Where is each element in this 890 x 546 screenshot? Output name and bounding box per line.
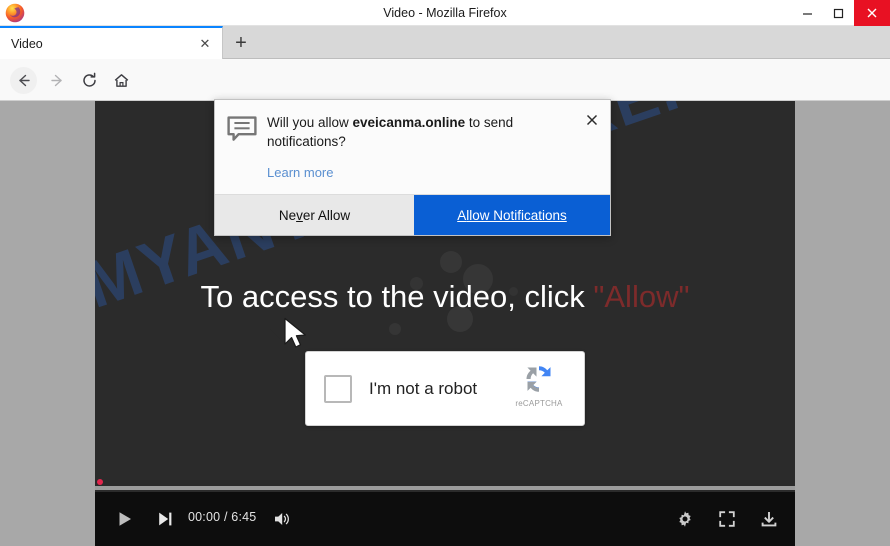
notification-permission-popup: Will you allow eveicanma.online to send … (214, 99, 611, 237)
recaptcha-checkbox[interactable] (324, 374, 352, 403)
forward-button[interactable] (44, 67, 71, 94)
mouse-pointer-icon (283, 317, 309, 356)
progress-playhead[interactable] (97, 479, 103, 485)
home-button[interactable] (108, 67, 135, 94)
never-allow-post: er Allow (302, 207, 351, 223)
time-display: 00:00 / 6:45 (188, 510, 257, 524)
recaptcha-logo: reCAPTCHA (508, 361, 570, 408)
recaptcha-widget[interactable]: I'm not a robot reCAPTCHA (305, 351, 585, 426)
allow-notifications-button[interactable]: Allow Notifications (414, 195, 610, 236)
new-tab-button[interactable]: + (228, 30, 254, 56)
popup-content: Will you allow eveicanma.online to send … (267, 114, 598, 182)
firefox-browser-window: Video - Mozilla Firefox Video ✕ + To acc… (0, 0, 890, 546)
learn-more-link[interactable]: Learn more (267, 165, 333, 180)
minimize-button[interactable] (792, 0, 823, 26)
recaptcha-label: I'm not a robot (369, 378, 478, 398)
close-tab-icon[interactable]: ✕ (194, 33, 216, 55)
back-button[interactable] (10, 67, 37, 94)
video-player-controls: 00:00 / 6:45 (95, 479, 795, 546)
recaptcha-logo-text: reCAPTCHA (515, 399, 563, 408)
maximize-button[interactable] (823, 0, 854, 26)
settings-gear-button[interactable] (673, 507, 697, 531)
bokeh-circle (440, 251, 462, 273)
close-window-button[interactable] (854, 0, 890, 26)
download-button[interactable] (757, 507, 781, 531)
popup-actions: Ne v er Allow Allow Notifications (215, 194, 610, 236)
play-button[interactable] (113, 507, 137, 531)
recaptcha-logo-icon (526, 366, 551, 392)
allow-post: llow Notifications (466, 207, 567, 223)
popup-message-domain: eveicanma.online (352, 115, 466, 130)
never-allow-button[interactable]: Ne v er Allow (215, 195, 414, 236)
next-track-button[interactable] (153, 507, 177, 531)
never-allow-pre: Ne (278, 207, 297, 223)
reload-button[interactable] (76, 67, 103, 94)
close-popup-icon[interactable] (584, 112, 600, 128)
browser-tab-video[interactable]: Video ✕ (0, 26, 223, 59)
bokeh-circle (389, 323, 401, 335)
allow-accel: A (457, 207, 467, 223)
popup-body: Will you allow eveicanma.online to send … (215, 100, 610, 194)
title-bar: Video - Mozilla Firefox (0, 0, 890, 26)
navigation-toolbar: https://eveicanma.online/SISC?tag_id=709… (0, 59, 890, 153)
tab-title: Video (11, 36, 43, 51)
window-controls (792, 0, 890, 26)
volume-button[interactable] (271, 507, 295, 531)
window-title: Video - Mozilla Firefox (383, 6, 507, 20)
never-allow-accel: v (296, 207, 303, 223)
fullscreen-button[interactable] (715, 507, 739, 531)
popup-message-prefix: Will you allow (267, 115, 353, 130)
notification-bubble-icon (227, 114, 267, 182)
headline-main-text: To access to the video, click (200, 279, 594, 314)
popup-message: Will you allow eveicanma.online to send … (267, 114, 580, 151)
page-headline: To access to the video, click "Allow" (95, 279, 795, 315)
tab-strip: Video ✕ + (0, 26, 890, 59)
headline-allow-text: "Allow" (593, 279, 690, 314)
progress-bar[interactable] (95, 479, 795, 490)
